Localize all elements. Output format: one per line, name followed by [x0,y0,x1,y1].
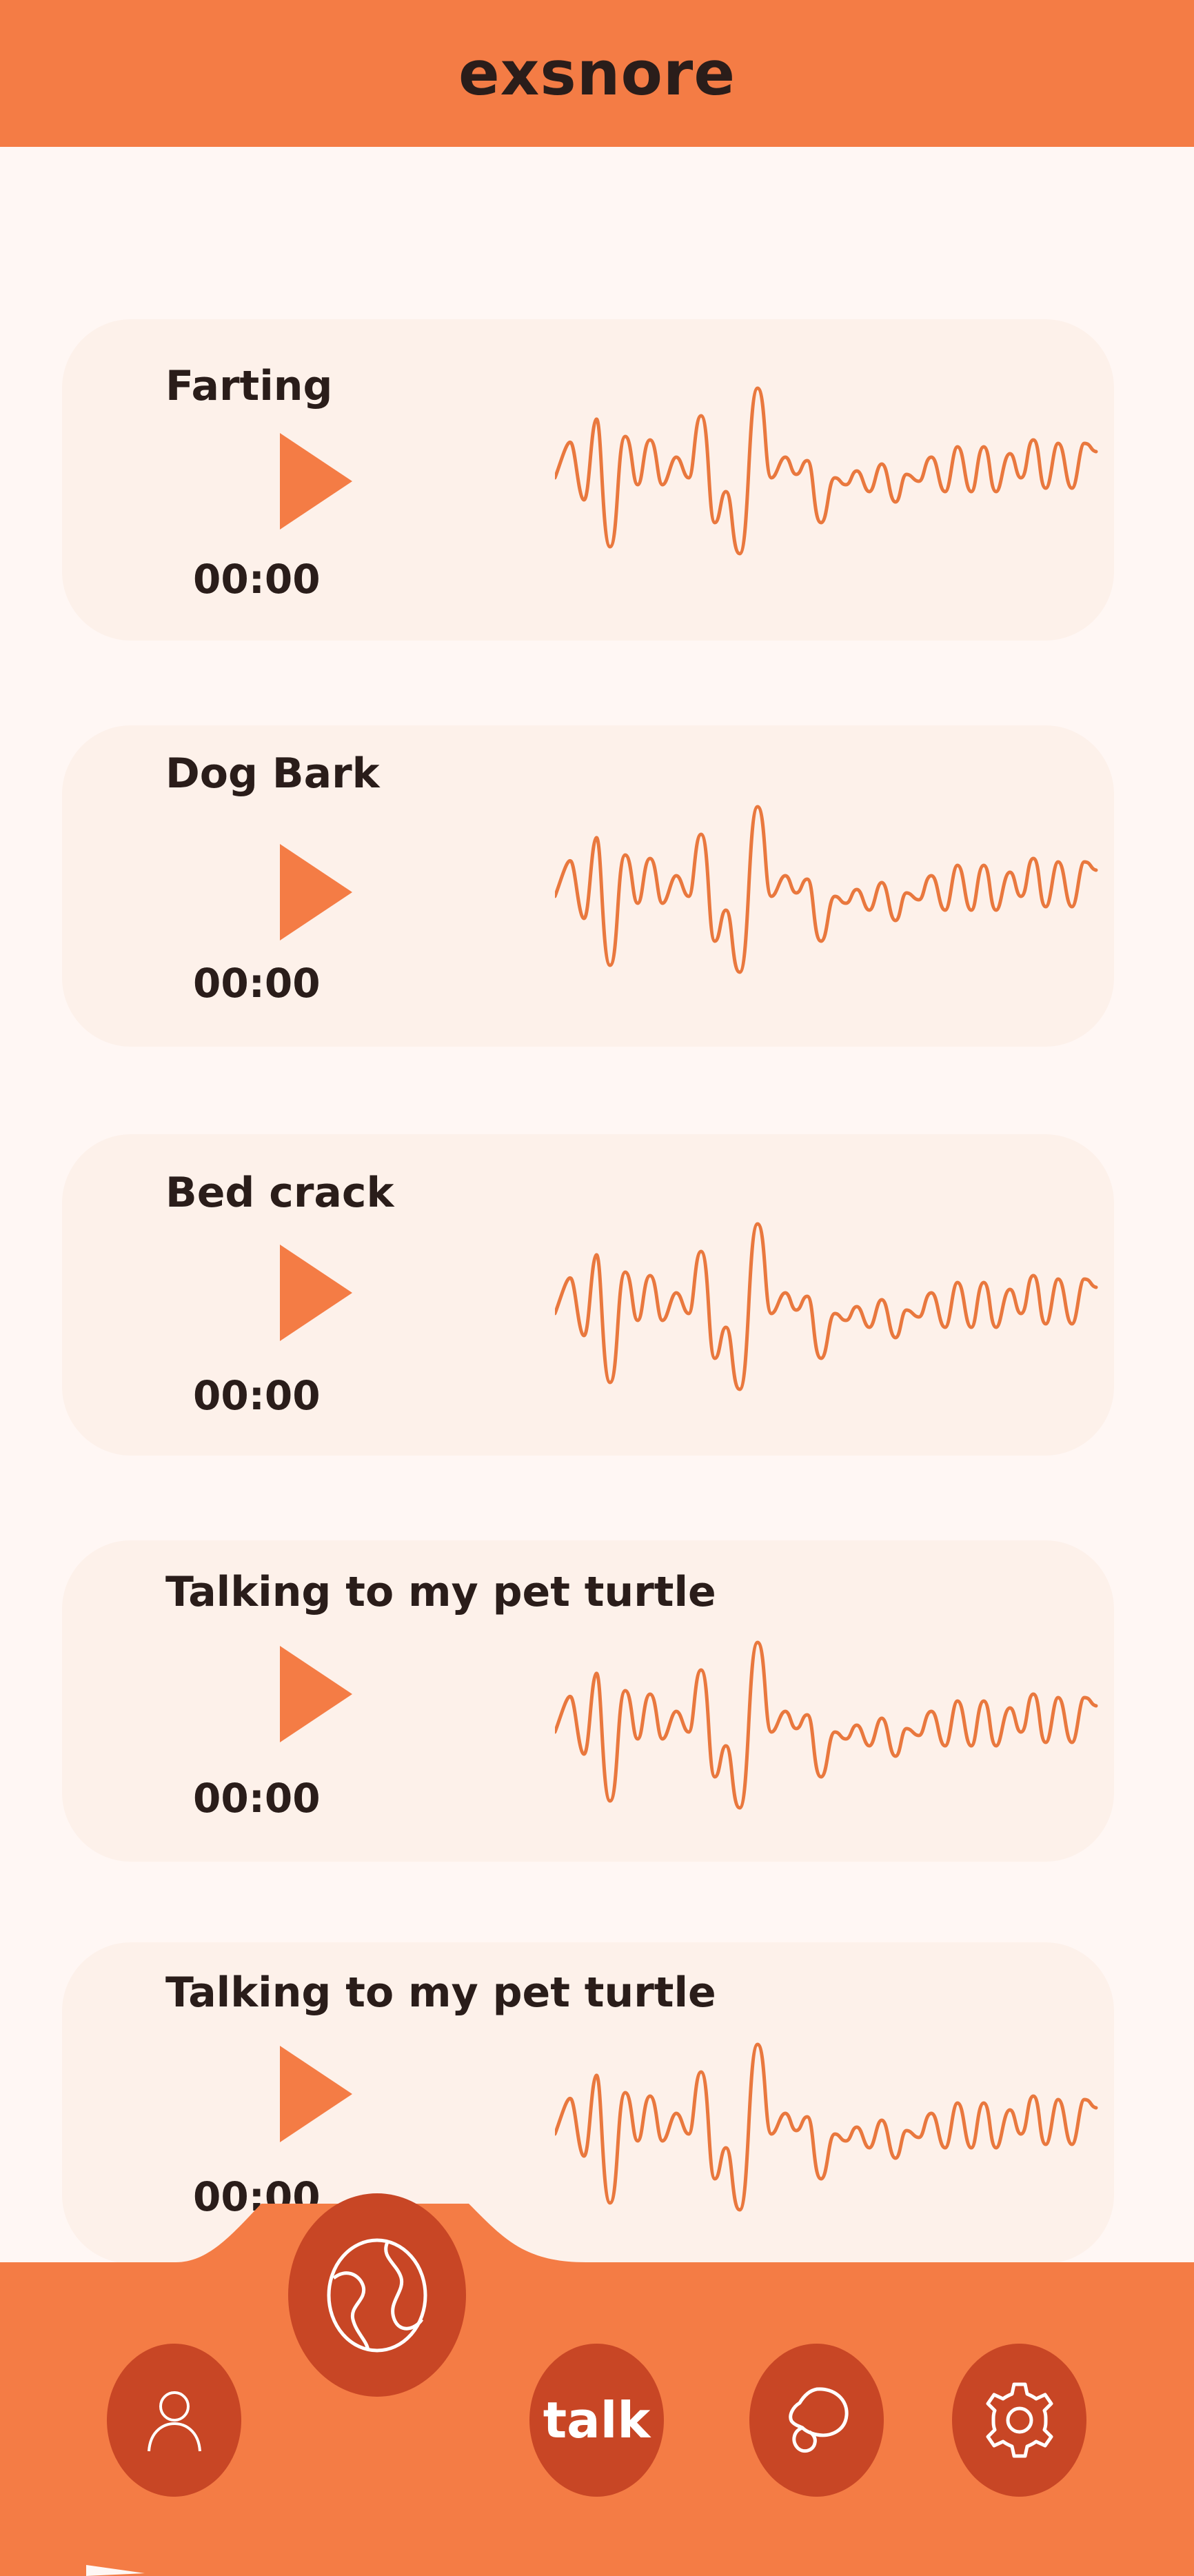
recording-duration: 00:00 [193,1372,321,1419]
settings-button[interactable] [952,2344,1086,2497]
waveform-icon [555,2037,1100,2231]
explore-button[interactable] [288,2193,466,2397]
app-title: exsnore [458,38,736,109]
user-icon [147,2391,201,2452]
waveform-icon [555,800,1100,993]
recording-card[interactable]: Bed crack 00:00 [62,1134,1114,1456]
waveform-icon [555,381,1100,574]
recording-title: Farting [165,362,333,410]
play-icon[interactable] [280,844,352,940]
globe-icon [327,2238,427,2352]
recording-card[interactable]: Talking to my pet turtle 00:00 [62,1540,1114,1862]
recording-card[interactable]: Farting 00:00 [62,319,1114,641]
play-icon[interactable] [280,433,352,530]
gear-icon [986,2382,1053,2458]
talk-label: talk [543,2391,651,2449]
recording-duration: 00:00 [193,556,321,603]
bottom-nav: talk [0,2193,1194,2576]
chat-bubble-icon [788,2387,849,2453]
play-icon[interactable] [280,1245,352,1341]
recording-duration: 00:00 [193,960,321,1007]
talk-button[interactable]: talk [529,2344,664,2497]
recording-title: Bed crack [165,1169,394,1217]
play-icon[interactable] [280,2046,352,2142]
app-header: exsnore [0,0,1194,147]
recording-title: Talking to my pet turtle [165,1969,716,2017]
waveform-icon [555,1636,1100,1829]
profile-button[interactable] [107,2344,241,2497]
recording-title: Dog Bark [165,749,380,798]
recording-duration: 00:00 [193,1775,321,1822]
chat-button[interactable] [749,2344,884,2497]
recording-title: Talking to my pet turtle [165,1568,716,1616]
play-icon[interactable] [280,1646,352,1742]
recording-card[interactable]: Dog Bark 00:00 [62,725,1114,1047]
waveform-icon [555,1217,1100,1410]
